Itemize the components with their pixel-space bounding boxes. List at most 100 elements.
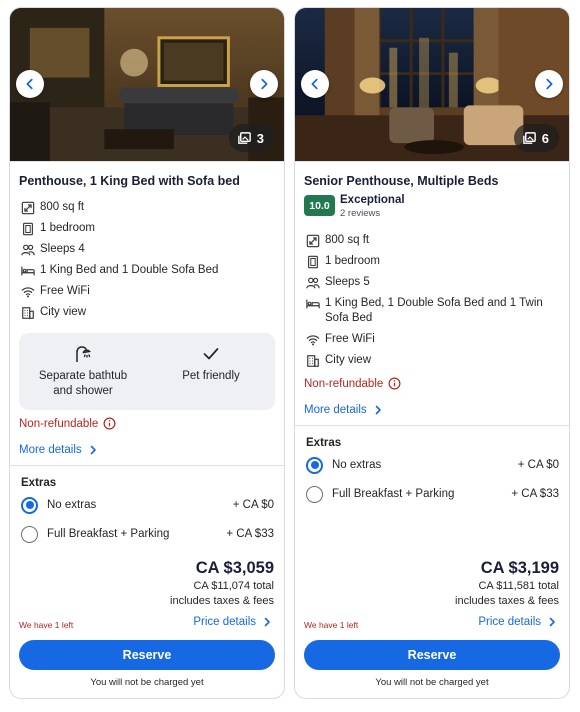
divider (10, 465, 284, 466)
floor-area-icon (21, 201, 35, 215)
feature-text: Sleeps 5 (325, 276, 370, 288)
room-card-senior-penthouse: 6 Senior Penthouse, Multiple Beds 10.0 E… (294, 7, 570, 699)
feature-item: 1 bedroom (304, 254, 560, 269)
refund-text: Non-refundable (19, 417, 99, 430)
feature-item: City view (304, 353, 560, 368)
amenity-pet-friendly: Pet friendly (147, 333, 275, 410)
option-price: + CA $33 (226, 528, 274, 540)
extras-option-breakfast-parking[interactable]: Full Breakfast + Parking + CA $33 (306, 484, 559, 504)
nightly-price: CA $3,199 (480, 559, 559, 577)
floor-area-icon (306, 234, 320, 248)
taxes-note: includes taxes & fees (170, 595, 274, 607)
room-title: Senior Penthouse, Multiple Beds (304, 174, 499, 188)
guest-rating: 10.0 Exceptional 2 reviews (304, 194, 405, 220)
feature-item: City view (19, 305, 275, 320)
amenity-text: Separate bathtub and shower (38, 370, 128, 397)
wifi-icon (306, 335, 320, 346)
refund-text: Non-refundable (304, 377, 384, 390)
feature-text: City view (40, 306, 87, 318)
radio-selected[interactable] (306, 456, 323, 474)
extras-heading: Extras (306, 437, 342, 449)
feature-text: 1 King Bed and 1 Double Sofa Bed (40, 264, 219, 276)
reserve-button[interactable]: Reserve (304, 640, 560, 670)
room-title: Penthouse, 1 King Bed with Sofa bed (19, 174, 240, 188)
option-price: + CA $0 (517, 459, 559, 471)
door-icon (23, 222, 33, 236)
price-details-link[interactable]: Price details (193, 616, 272, 628)
more-details-link[interactable]: More details (19, 444, 98, 456)
feature-item: 1 King Bed, 1 Double Sofa Bed and 1 Twin… (304, 296, 560, 326)
option-label: Full Breakfast + Parking (332, 488, 455, 500)
extras-option-no-extras[interactable]: No extras + CA $0 (21, 495, 274, 515)
feature-item: Sleeps 5 (304, 275, 560, 290)
info-icon[interactable] (103, 417, 116, 430)
feature-text: 1 King Bed, 1 Double Sofa Bed and 1 Twin… (325, 297, 543, 324)
extras-heading: Extras (21, 477, 57, 489)
extras-option-no-extras[interactable]: No extras + CA $0 (306, 455, 559, 475)
more-details-label: More details (304, 404, 367, 416)
review-count: 2 reviews (340, 208, 381, 219)
wifi-icon (21, 287, 35, 298)
option-label: No extras (47, 499, 97, 511)
extras-option-breakfast-parking[interactable]: Full Breakfast + Parking + CA $33 (21, 524, 274, 544)
radio-unselected[interactable] (21, 525, 38, 543)
room-features: 800 sq ft 1 bedroom Sleeps 4 1 King Bed … (19, 200, 275, 326)
building-icon (22, 307, 34, 319)
radio-selected[interactable] (21, 496, 38, 514)
feature-item: 800 sq ft (304, 233, 560, 248)
option-label: No extras (332, 459, 382, 471)
feature-text: Free WiFi (325, 333, 375, 345)
shower-icon (76, 346, 91, 362)
availability-note: We have 1 left (304, 620, 359, 630)
feature-text: Free WiFi (40, 285, 90, 297)
option-label: Full Breakfast + Parking (47, 528, 170, 540)
price-details-label: Price details (478, 616, 541, 628)
feature-text: 1 bedroom (325, 255, 380, 267)
reserve-button[interactable]: Reserve (19, 640, 275, 670)
amenity-text: Pet friendly (182, 370, 240, 382)
bed-icon (21, 266, 35, 276)
option-price: + CA $33 (511, 488, 559, 500)
taxes-note: includes taxes & fees (455, 595, 559, 607)
checkmark-icon (203, 348, 219, 360)
door-icon (308, 255, 318, 269)
divider (295, 425, 569, 426)
feature-text: City view (325, 354, 372, 366)
people-icon (306, 277, 320, 289)
room-card-penthouse: 3 Penthouse, 1 King Bed with Sofa bed 80… (9, 7, 285, 699)
info-icon[interactable] (388, 377, 401, 390)
nightly-price: CA $3,059 (195, 559, 274, 577)
total-price: CA $11,581 total (478, 580, 559, 592)
feature-text: 800 sq ft (325, 234, 370, 246)
more-details-link[interactable]: More details (304, 404, 383, 416)
price-details-label: Price details (193, 616, 256, 628)
highlight-amenities: Separate bathtub and shower Pet friendly (19, 333, 275, 410)
amenity-bathtub-shower: Separate bathtub and shower (19, 333, 147, 410)
feature-text: Sleeps 4 (40, 243, 85, 255)
no-charge-note: You will not be charged yet (90, 677, 204, 688)
feature-text: 1 bedroom (40, 222, 95, 234)
feature-item: Free WiFi (19, 284, 275, 299)
chevron-right-icon (549, 617, 555, 627)
refund-policy: Non-refundable (304, 377, 401, 390)
no-charge-note: You will not be charged yet (375, 677, 489, 688)
chevron-right-icon (375, 405, 381, 415)
rating-label: Exceptional (340, 194, 405, 206)
feature-item: 800 sq ft (19, 200, 275, 215)
refund-policy: Non-refundable (19, 417, 116, 430)
rating-score-badge: 10.0 (304, 195, 335, 216)
people-icon (21, 244, 35, 256)
option-price: + CA $0 (232, 499, 274, 511)
total-price: CA $11,074 total (193, 580, 274, 592)
room-features: 800 sq ft 1 bedroom Sleeps 5 1 King Bed,… (304, 233, 560, 374)
feature-item: Free WiFi (304, 332, 560, 347)
more-details-label: More details (19, 444, 82, 456)
radio-unselected[interactable] (306, 485, 323, 503)
feature-item: Sleeps 4 (19, 242, 275, 257)
price-details-link[interactable]: Price details (478, 616, 557, 628)
chevron-right-icon (90, 445, 96, 455)
availability-note: We have 1 left (19, 620, 74, 630)
building-icon (307, 355, 319, 367)
feature-item: 1 bedroom (19, 221, 275, 236)
feature-text: 800 sq ft (40, 201, 85, 213)
